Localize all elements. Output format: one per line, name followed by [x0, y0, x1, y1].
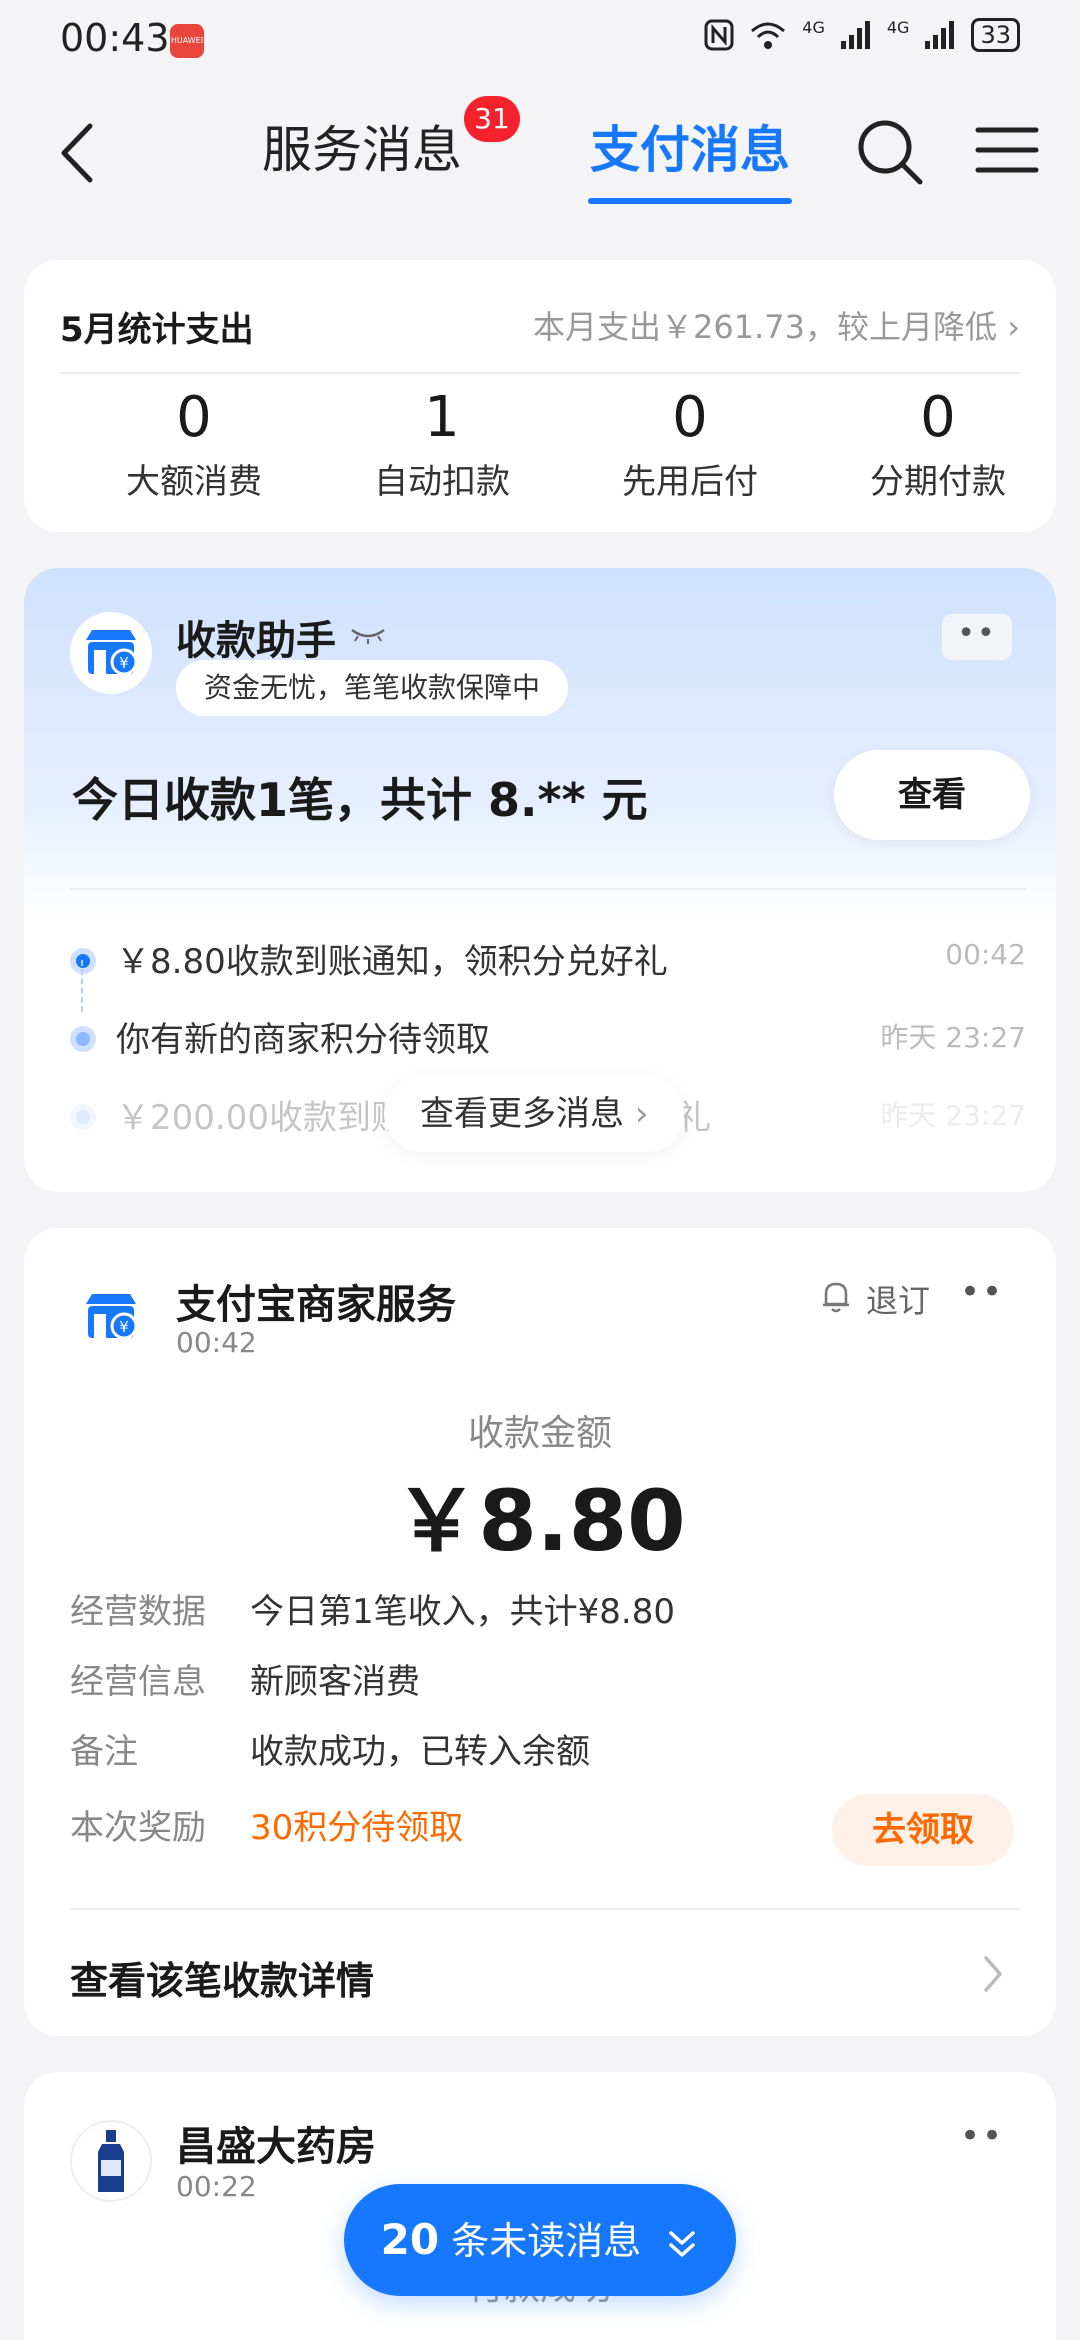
- battery-icon: 33: [971, 18, 1020, 52]
- unread-count: 20: [380, 2215, 440, 2264]
- monthly-stats-card: 5月统计支出 本月支出￥261.73，较上月降低 › 0 大额消费 1 自动扣款…: [24, 260, 1056, 532]
- reward-value: 30积分待领取: [250, 1808, 464, 1848]
- stat-auto-debit[interactable]: 1 自动扣款: [318, 378, 566, 506]
- detail-value: 新顾客消费: [250, 1662, 420, 1702]
- shop-icon: ¥: [86, 1294, 138, 1340]
- timeline-dot: [70, 1104, 96, 1130]
- stat-value: 0: [176, 385, 212, 450]
- shop-logo: ¥: [70, 612, 152, 694]
- detail-value: 今日第1笔收入，共计¥8.80: [250, 1592, 675, 1632]
- network-type-1: 4G: [802, 18, 825, 37]
- merchant-service-card: ¥ 支付宝商家服务 00:42 退订 •• 收款金额 ￥8.80 经营数据 今日…: [24, 1228, 1056, 2036]
- stat-label: 自动扣款: [374, 462, 510, 502]
- assistant-name: 收款助手: [176, 618, 336, 664]
- menu-icon[interactable]: [974, 120, 1040, 180]
- detail-key: 本次奖励: [70, 1808, 206, 1848]
- timeline-time: 昨天 23:27: [880, 1099, 1026, 1132]
- divider: [70, 888, 1026, 890]
- stat-large-spend[interactable]: 0 大额消费: [70, 378, 318, 506]
- signal-icon-2: [925, 21, 955, 49]
- shop-logo: ¥: [70, 1276, 152, 1358]
- detail-key: 备注: [70, 1732, 138, 1772]
- nfc-icon: [704, 19, 734, 51]
- divider: [60, 372, 1020, 374]
- stat-label: 先用后付: [622, 462, 758, 502]
- stats-summary-link[interactable]: 本月支出￥261.73，较上月降低 ›: [533, 302, 1020, 348]
- tab-payment-messages[interactable]: 支付消息: [590, 110, 790, 182]
- pharmacy-name: 昌盛大药房: [176, 2124, 376, 2170]
- huawei-app-icon: HUAWEI: [170, 24, 204, 58]
- timeline-text: ￥8.80收款到账通知，领积分兑好礼: [116, 942, 668, 982]
- svg-text:¥: ¥: [119, 654, 129, 672]
- tab-service-messages[interactable]: 服务消息: [262, 110, 462, 182]
- stat-value: 0: [920, 385, 956, 450]
- double-chevron-down-icon: [669, 2230, 696, 2257]
- more-options-button[interactable]: ••: [960, 2116, 1004, 2156]
- detail-key: 经营信息: [70, 1662, 206, 1702]
- stat-installment[interactable]: 0 分期付款: [814, 378, 1056, 506]
- merchant-name: 支付宝商家服务: [176, 1282, 456, 1328]
- more-options-button[interactable]: ••: [960, 1272, 1004, 1312]
- svg-text:¥: ¥: [119, 1318, 129, 1336]
- status-icons: 4G 4G 33: [704, 18, 1020, 52]
- timeline-dot: [70, 1026, 96, 1052]
- status-time: 00:43: [60, 16, 170, 60]
- detail-row: 经营数据 今日第1笔收入，共计¥8.80: [70, 1578, 1020, 1634]
- merchant-time: 00:42: [176, 1326, 257, 1359]
- network-type-2: 4G: [886, 18, 910, 37]
- pharmacy-logo: [70, 2120, 152, 2202]
- timeline-item[interactable]: 你有新的商家积分待领取 昨天 23:27: [70, 1006, 1026, 1066]
- stat-pay-later[interactable]: 0 先用后付: [566, 378, 814, 506]
- chevron-right-icon[interactable]: [978, 1950, 1008, 1998]
- status-bar: 00:43 HUAWEI 4G 4G 33: [0, 0, 1080, 80]
- detail-row: 备注 收款成功，已转入余额: [70, 1718, 1020, 1774]
- timeline-dot: [70, 948, 96, 974]
- payment-amount: ￥9.48: [24, 2308, 1056, 2340]
- timeline-text: 你有新的商家积分待领取: [116, 1020, 490, 1060]
- signal-icon: [840, 21, 870, 49]
- closed-eye-icon: [351, 628, 385, 644]
- amount-value: ￥8.80: [394, 1472, 686, 1570]
- unsubscribe-button[interactable]: 退订: [866, 1276, 930, 1322]
- top-nav: 服务消息 31 支付消息: [0, 90, 1080, 220]
- stats-summary-text: 本月支出￥261.73，较上月降低: [533, 308, 998, 346]
- view-more-label: 查看更多消息: [420, 1094, 624, 1134]
- view-button[interactable]: 查看: [834, 750, 1030, 840]
- timeline-time: 昨天 23:27: [880, 1021, 1026, 1054]
- more-options-button[interactable]: ••: [942, 614, 1012, 660]
- stat-label: 大额消费: [126, 462, 262, 502]
- shop-icon: ¥: [86, 630, 138, 676]
- timeline-line: [81, 960, 83, 1012]
- chevron-right-icon: ›: [1007, 308, 1020, 346]
- pharmacy-time: 00:22: [176, 2170, 257, 2203]
- stats-title: 5月统计支出: [60, 310, 254, 350]
- view-payment-details-link[interactable]: 查看该笔收款详情: [70, 1950, 374, 2005]
- tab-unread-badge: 31: [464, 96, 520, 142]
- unread-messages-button[interactable]: 20 条未读消息: [344, 2184, 736, 2296]
- search-icon[interactable]: [852, 114, 926, 188]
- divider: [70, 1908, 1020, 1910]
- detail-value: 收款成功，已转入余额: [250, 1732, 590, 1772]
- assistant-tagline: 资金无忧，笔笔收款保障中: [176, 660, 569, 716]
- active-tab-indicator: [588, 198, 792, 204]
- stat-value: 1: [424, 385, 460, 450]
- view-more-messages-button[interactable]: 查看更多消息 ›: [384, 1076, 685, 1152]
- detail-key: 经营数据: [70, 1592, 206, 1632]
- payment-assistant-card: ¥ 收款助手 资金无忧，笔笔收款保障中 •• 今日收款1笔，共计 8.** 元 …: [24, 568, 1056, 1192]
- stat-label: 分期付款: [870, 462, 1006, 502]
- timeline-time: 00:42: [945, 938, 1026, 971]
- assistant-headline: 今日收款1笔，共计 8.** 元: [72, 773, 648, 827]
- stat-value: 0: [672, 385, 708, 450]
- chevron-right-icon: ›: [634, 1094, 649, 1134]
- timeline-item[interactable]: ￥8.80收款到账通知，领积分兑好礼 00:42: [70, 928, 1026, 988]
- amount-label: 收款金额: [467, 1413, 612, 1454]
- claim-reward-button[interactable]: 去领取: [832, 1794, 1014, 1866]
- detail-row: 经营信息 新顾客消费: [70, 1648, 1020, 1704]
- back-arrow-icon[interactable]: [50, 118, 110, 188]
- unread-label: 条未读消息: [451, 2219, 642, 2263]
- bell-icon: [823, 1282, 849, 1313]
- bottle-icon: [98, 2130, 124, 2192]
- wifi-icon: [751, 22, 786, 49]
